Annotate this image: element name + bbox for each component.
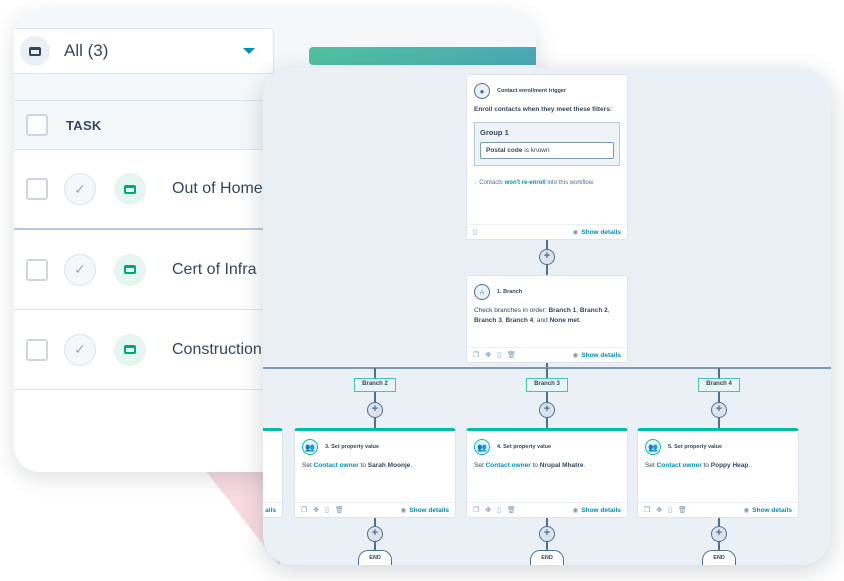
reenroll-link[interactable]: won't re-enroll <box>505 180 546 186</box>
card-title: Contact enrollment trigger <box>497 88 567 94</box>
card-footer: ❐ ✥ ▯ 🗑 ◉ Show details <box>467 347 627 362</box>
card-title: 1. Branch <box>497 289 523 295</box>
move-icon[interactable]: ✥ <box>656 506 662 514</box>
eye-icon: ◉ <box>400 507 407 514</box>
card-footer: ❐ ✥ ▯ 🗑 ◉ Show details <box>638 502 798 517</box>
end-node: END <box>702 550 736 565</box>
copy-icon[interactable]: ❐ <box>473 506 479 514</box>
clipboard-icon[interactable]: ▯ <box>473 228 477 236</box>
people-icon: 👥 <box>645 439 661 455</box>
check-icon[interactable]: ✓ <box>64 253 96 286</box>
caret-down-icon <box>243 48 255 54</box>
set-property-card[interactable]: 👥 5. Set property value Set Contact owne… <box>637 428 799 518</box>
row-checkbox[interactable] <box>26 178 48 200</box>
action-description: Set Contact owner to Sarah Moonje. <box>302 462 413 469</box>
add-step-button[interactable]: + <box>367 526 383 542</box>
select-all-checkbox[interactable] <box>26 114 48 136</box>
eye-icon: ◉ <box>572 229 579 236</box>
people-icon: 👥 <box>474 439 490 455</box>
enrollment-trigger-card[interactable]: ● Contact enrollment trigger Enroll cont… <box>466 74 628 240</box>
laptop-icon <box>20 36 50 66</box>
group-title: Group 1 <box>480 128 509 138</box>
trash-icon[interactable]: 🗑 <box>335 506 344 514</box>
card-footer: ❐ ✥ ▯ 🗑 ◉ Show details <box>467 502 627 517</box>
clipboard-icon[interactable]: ▯ <box>668 506 672 514</box>
filter-label: All (3) <box>64 41 109 60</box>
copy-icon[interactable]: ❐ <box>301 506 307 514</box>
check-icon[interactable]: ✓ <box>64 333 96 366</box>
task-name[interactable]: Construction <box>172 341 262 359</box>
move-icon[interactable]: ✥ <box>485 506 491 514</box>
set-property-card[interactable]: 👥 3. Set property value Set Contact owne… <box>294 428 456 518</box>
add-step-button[interactable]: + <box>711 526 727 542</box>
reenroll-setting: ◌ Contacts won't re-enroll into this wor… <box>467 166 627 186</box>
filter-property: Postal code <box>486 147 523 155</box>
task-filter-dropdown[interactable]: All (3) <box>14 28 274 74</box>
show-details-link[interactable]: ◉ Show details <box>573 351 621 359</box>
action-description: Set Contact owner to Poppy Heap. <box>645 462 751 469</box>
add-step-button[interactable]: + <box>539 402 555 418</box>
add-step-button[interactable]: + <box>539 526 555 542</box>
show-details-link[interactable]: ◉ Show details <box>573 506 621 514</box>
action-description: Set Contact owner to Nrupal Mhatre. <box>474 462 586 469</box>
trigger-intro: Enroll contacts when they meet these fil… <box>474 106 612 113</box>
filter-condition[interactable]: Postal code is known <box>480 142 614 160</box>
contact-icon: ● <box>474 83 490 99</box>
eye-icon: ◉ <box>572 507 579 514</box>
branch-label[interactable]: Branch 3 <box>526 378 568 392</box>
check-icon[interactable]: ✓ <box>64 173 96 205</box>
trash-icon[interactable]: 🗑 <box>678 506 687 514</box>
task-name[interactable]: Cert of Infra <box>172 261 256 279</box>
move-icon[interactable]: ✥ <box>485 351 491 359</box>
laptop-icon <box>114 333 146 366</box>
move-icon[interactable]: ✥ <box>313 506 319 514</box>
stage: All (3) TASK ✓ Out of Home ✓ Cert of Inf… <box>0 0 844 581</box>
trash-icon[interactable]: 🗑 <box>507 506 516 514</box>
people-icon: 👥 <box>302 439 318 455</box>
end-node: END <box>530 550 564 565</box>
end-node: END <box>358 550 392 565</box>
add-step-button[interactable]: + <box>711 402 727 418</box>
progress-banner <box>309 47 536 65</box>
laptop-icon <box>114 173 146 205</box>
column-header-task[interactable]: TASK <box>66 118 102 133</box>
branch-label[interactable]: Branch 4 <box>698 378 740 392</box>
partial-action-card[interactable]: ails <box>263 428 283 518</box>
clipboard-icon[interactable]: ▯ <box>497 506 501 514</box>
copy-icon[interactable]: ❐ <box>644 506 650 514</box>
reenroll-suffix: into this workflow. <box>547 180 595 187</box>
card-title: 4. Set property value <box>497 444 552 450</box>
branch-icon: ⑃ <box>474 284 490 300</box>
show-details-link[interactable]: ◉ Show details <box>401 506 449 514</box>
card-footer: ▯ ◉ Show details <box>467 224 627 239</box>
reenroll-prefix: Contacts <box>479 180 503 187</box>
show-details-link[interactable]: ◉ Show details <box>573 228 621 236</box>
clipboard-icon[interactable]: ▯ <box>325 506 329 514</box>
row-checkbox[interactable] <box>26 258 48 281</box>
set-property-card[interactable]: 👥 4. Set property value Set Contact owne… <box>466 428 628 518</box>
card-title: 3. Set property value <box>325 444 380 450</box>
add-step-button[interactable]: + <box>539 249 555 265</box>
card-footer: ❐ ✥ ▯ 🗑 ◉ Show details <box>295 502 455 517</box>
eye-icon: ◉ <box>743 507 750 514</box>
task-name[interactable]: Out of Home <box>172 180 263 198</box>
clipboard-icon[interactable]: ▯ <box>497 351 501 359</box>
filter-operator: is known <box>524 147 550 155</box>
show-details-link[interactable]: ◉ Show details <box>744 506 792 514</box>
laptop-icon <box>114 253 146 286</box>
refresh-icon: ◌ <box>474 180 478 187</box>
card-title: 5. Set property value <box>668 444 723 450</box>
branch-label[interactable]: Branch 2 <box>354 378 396 392</box>
copy-icon[interactable]: ❐ <box>473 351 479 359</box>
trash-icon[interactable]: 🗑 <box>507 351 516 359</box>
branch-card[interactable]: ⑃ 1. Branch Check branches in order: Bra… <box>466 275 628 363</box>
branch-description: Check branches in order: Branch 1, Branc… <box>474 307 610 325</box>
eye-icon: ◉ <box>572 352 579 359</box>
filter-group[interactable]: Group 1 Postal code is known <box>474 122 620 167</box>
workflow-canvas: ● Contact enrollment trigger Enroll cont… <box>263 68 831 565</box>
add-step-button[interactable]: + <box>367 402 383 418</box>
row-checkbox[interactable] <box>26 338 48 361</box>
show-details-link[interactable]: ails <box>265 507 276 514</box>
